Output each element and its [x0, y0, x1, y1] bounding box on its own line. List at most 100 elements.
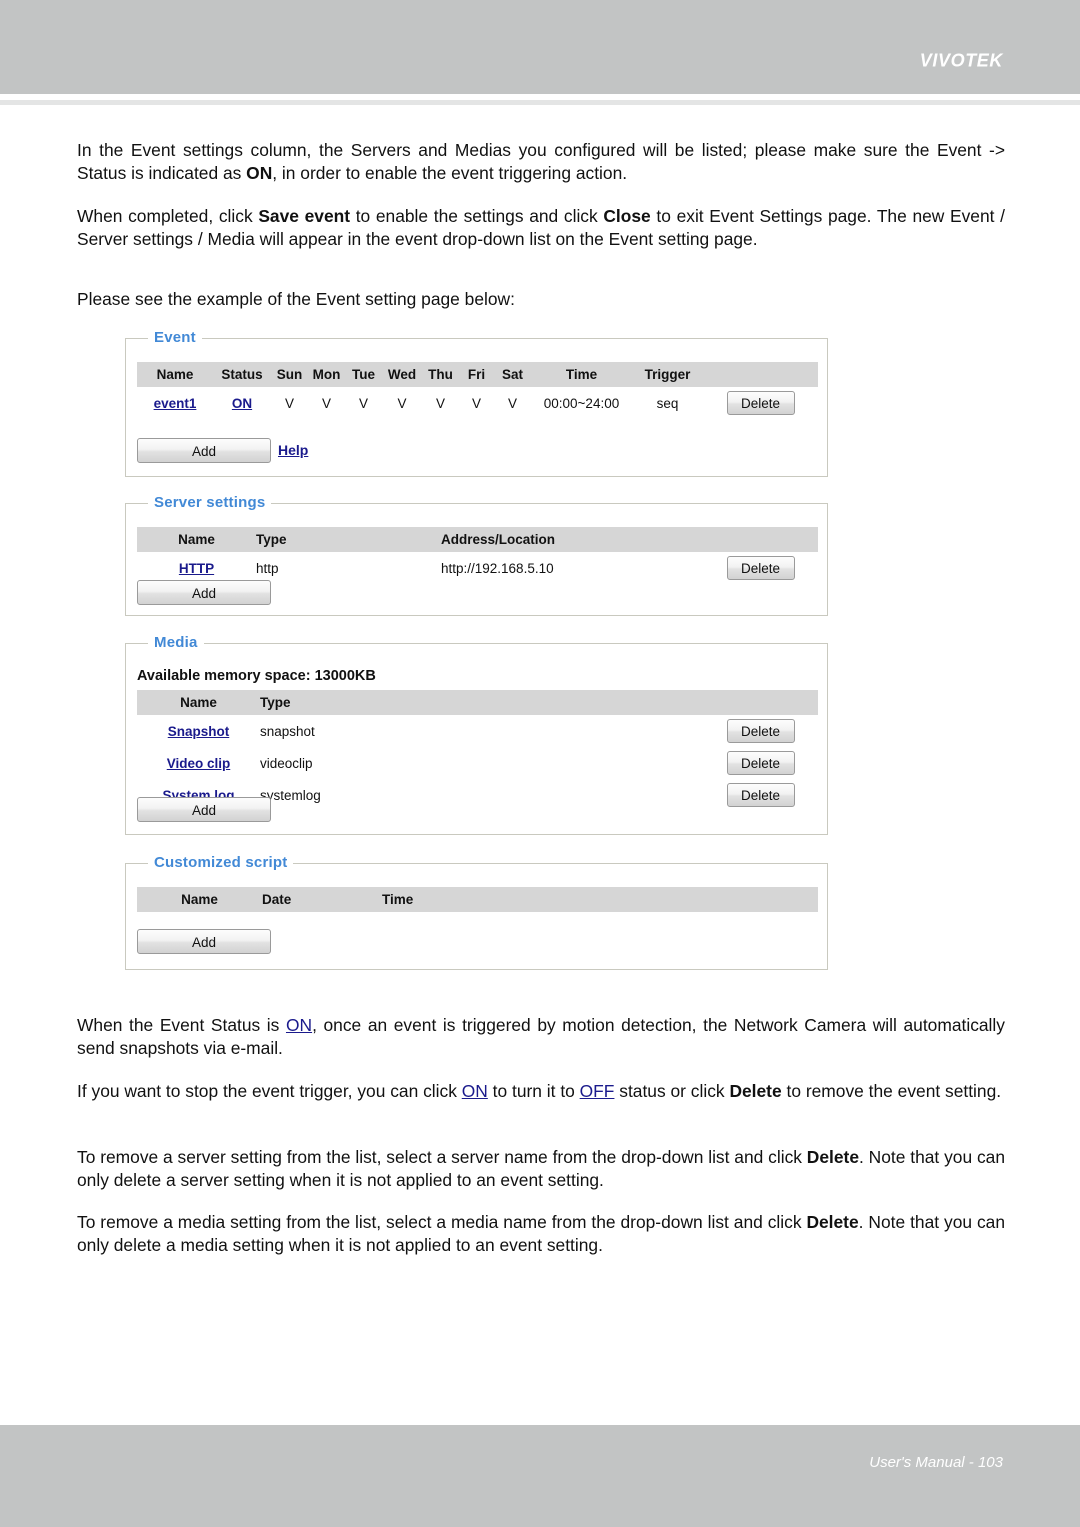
- script-col-time: Time: [382, 892, 414, 907]
- paragraph-save-event-instructions: When completed, click Save event to enab…: [77, 205, 1005, 250]
- paragraph-remove-server-setting: To remove a server setting from the list…: [77, 1146, 1005, 1191]
- event-name-link[interactable]: event1: [154, 396, 197, 411]
- para1-text-b: , in order to enable the event triggerin…: [272, 162, 628, 183]
- table-row: Snapshot snapshot Delete: [137, 715, 818, 747]
- para4-text-a: When the Event Status is: [77, 1015, 286, 1035]
- media-name-link-video-clip[interactable]: Video clip: [167, 756, 231, 771]
- delete-button[interactable]: Delete: [726, 783, 795, 807]
- page-footer-bar: [0, 1425, 1080, 1527]
- page-header-bar: VIVOTEK: [0, 0, 1080, 94]
- event-col-sun: Sun: [276, 367, 303, 382]
- media-type-cell: snapshot: [260, 723, 315, 739]
- event-status-link[interactable]: ON: [232, 396, 252, 411]
- paragraph-remove-media-setting: To remove a media setting from the list,…: [77, 1211, 1005, 1256]
- customized-script-table: Name Date Time: [137, 887, 818, 912]
- script-col-name: Name: [181, 892, 218, 907]
- event-wed-cell: V: [397, 395, 407, 411]
- media-type-cell: systemlog: [260, 787, 321, 803]
- para2-save-event-bold: Save event: [258, 206, 351, 226]
- media-table: Name Type Snapshot snapshot Delete Video…: [137, 690, 818, 811]
- media-panel-title: Media: [148, 634, 204, 651]
- para5-text-c: status or click: [614, 1081, 730, 1101]
- para5-off-link[interactable]: OFF: [580, 1081, 615, 1101]
- delete-button[interactable]: Delete: [726, 719, 795, 743]
- para5-text-d: to remove the event setting.: [781, 1081, 1002, 1101]
- event-sat-cell: V: [507, 395, 517, 411]
- footer-page-label: User's Manual - 103: [869, 1454, 1003, 1471]
- server-settings-panel: Server settings Name Type Address/Locati…: [125, 494, 828, 616]
- customized-script-panel: Customized script Name Date Time Add: [125, 854, 828, 970]
- event-col-fri: Fri: [467, 367, 486, 382]
- event-col-wed: Wed: [387, 367, 417, 382]
- event-col-mon: Mon: [312, 367, 341, 382]
- available-memory-space-label: Available memory space: 13000KB: [137, 668, 376, 684]
- event-col-status: Status: [221, 367, 263, 382]
- script-col-date: Date: [262, 892, 292, 907]
- server-col-actions: [703, 527, 818, 552]
- event-mon-cell: V: [321, 395, 331, 411]
- table-row: event1 ON V V V V V V V 00:00~24:00 seq …: [137, 387, 818, 419]
- delete-button[interactable]: Delete: [726, 751, 795, 775]
- paragraph-stop-event-trigger: If you want to stop the event trigger, y…: [77, 1080, 1005, 1103]
- event-panel: Event Name Status Sun Mon Tue Wed Thu Fr…: [125, 329, 828, 477]
- para6-delete-bold: Delete: [806, 1147, 859, 1167]
- media-table-header-row: Name Type: [137, 690, 818, 715]
- para5-text-b: to turn it to: [487, 1081, 580, 1101]
- paragraph-example-lead-in: Please see the example of the Event sett…: [77, 289, 515, 309]
- event-sun-cell: V: [284, 395, 294, 411]
- event-col-sat: Sat: [501, 367, 523, 382]
- server-col-address: Address/Location: [441, 532, 556, 547]
- event-col-name: Name: [156, 367, 194, 382]
- para2-text-a: When completed, click: [77, 206, 259, 226]
- event-thu-cell: V: [435, 395, 445, 411]
- script-panel-title: Customized script: [148, 854, 294, 871]
- add-server-button[interactable]: Add: [137, 580, 271, 605]
- para1-on-bold: ON: [246, 162, 273, 183]
- delete-button[interactable]: Delete: [726, 556, 795, 580]
- add-media-button[interactable]: Add: [137, 797, 271, 822]
- server-name-link[interactable]: HTTP: [179, 561, 214, 576]
- server-panel-title: Server settings: [148, 494, 272, 511]
- script-col-actions: [503, 887, 818, 912]
- event-time-cell: 00:00~24:00: [543, 395, 620, 411]
- server-settings-table: Name Type Address/Location HTTP http htt…: [137, 527, 818, 584]
- media-col-name: Name: [180, 695, 217, 710]
- event-col-actions: [703, 362, 818, 387]
- media-panel: Media Available memory space: 13000KB Na…: [125, 634, 828, 835]
- para7-delete-bold: Delete: [806, 1212, 859, 1232]
- server-table-header-row: Name Type Address/Location: [137, 527, 818, 552]
- brand-logo-text: VIVOTEK: [919, 50, 1003, 71]
- event-panel-title: Event: [148, 329, 202, 346]
- para4-on-link[interactable]: ON: [286, 1015, 312, 1035]
- header-divider-rule: [0, 100, 1080, 105]
- media-name-link-snapshot[interactable]: Snapshot: [168, 724, 230, 739]
- delete-button[interactable]: Delete: [726, 391, 795, 415]
- event-col-trigger: Trigger: [644, 367, 691, 382]
- event-col-time: Time: [565, 367, 598, 382]
- server-col-name: Name: [178, 532, 215, 547]
- para2-text-b: to enable the settings and click: [350, 206, 604, 226]
- server-address-cell: http://192.168.5.10: [441, 560, 554, 576]
- server-col-type: Type: [256, 532, 287, 547]
- paragraph-event-status-on: When the Event Status is ON, once an eve…: [77, 1014, 1005, 1059]
- media-col-type: Type: [260, 695, 291, 710]
- event-tue-cell: V: [358, 395, 368, 411]
- add-script-button[interactable]: Add: [137, 929, 271, 954]
- event-table-header-row: Name Status Sun Mon Tue Wed Thu Fri Sat …: [137, 362, 818, 387]
- server-type-cell: http: [256, 560, 279, 576]
- script-table-header-row: Name Date Time: [137, 887, 818, 912]
- para7-text-a: To remove a media setting from the list,…: [77, 1212, 807, 1232]
- para6-text-a: To remove a server setting from the list…: [77, 1147, 807, 1167]
- para5-text-a: If you want to stop the event trigger, y…: [77, 1081, 462, 1101]
- paragraph-event-settings-intro: In the Event settings column, the Server…: [77, 139, 1005, 184]
- event-col-tue: Tue: [352, 367, 375, 382]
- para2-close-bold: Close: [603, 206, 651, 226]
- event-table: Name Status Sun Mon Tue Wed Thu Fri Sat …: [137, 362, 818, 419]
- event-trigger-cell: seq: [656, 395, 679, 411]
- help-link[interactable]: Help: [278, 442, 308, 458]
- event-col-thu: Thu: [428, 367, 453, 382]
- table-row: Video clip videoclip Delete: [137, 747, 818, 779]
- para5-on-link[interactable]: ON: [462, 1081, 488, 1101]
- add-event-button[interactable]: Add: [137, 438, 271, 463]
- media-type-cell: videoclip: [260, 755, 313, 771]
